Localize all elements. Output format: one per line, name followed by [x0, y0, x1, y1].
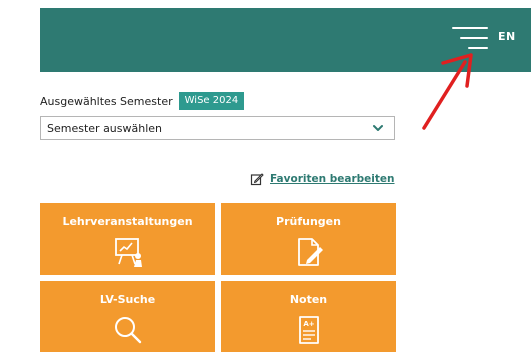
tile-label: Noten	[289, 293, 328, 306]
grades-icon: A+	[298, 316, 319, 344]
chevron-down-icon	[373, 125, 383, 131]
exam-edit-icon	[297, 238, 323, 266]
semester-select[interactable]: Semester auswählen	[40, 116, 395, 140]
semester-row: Ausgewähltes Semester WiSe 2024	[40, 92, 245, 110]
hamburger-menu-icon[interactable]	[452, 27, 488, 49]
edit-icon	[250, 173, 264, 186]
tile-lehrveranstaltungen[interactable]: Lehrveranstaltungen	[40, 203, 215, 275]
tile-noten[interactable]: Noten A+	[221, 281, 396, 352]
semester-label: Ausgewähltes Semester	[40, 94, 173, 108]
tile-label: Prüfungen	[276, 215, 341, 228]
edit-favorites-label: Favoriten bearbeiten	[270, 173, 395, 185]
semester-select-value: Semester auswählen	[47, 122, 163, 135]
search-icon	[114, 317, 141, 344]
tile-label: Lehrveranstaltungen	[62, 215, 193, 228]
tile-pruefungen[interactable]: Prüfungen	[221, 203, 396, 275]
semester-badge: WiSe 2024	[178, 92, 245, 110]
tile-label: LV-Suche	[99, 293, 156, 306]
svg-text:A+: A+	[303, 320, 314, 328]
presentation-icon	[114, 238, 142, 267]
edit-favorites-link[interactable]: Favoriten bearbeiten	[250, 172, 395, 186]
tile-lv-suche[interactable]: LV-Suche	[40, 281, 215, 352]
language-switch-button[interactable]: EN	[498, 30, 516, 43]
